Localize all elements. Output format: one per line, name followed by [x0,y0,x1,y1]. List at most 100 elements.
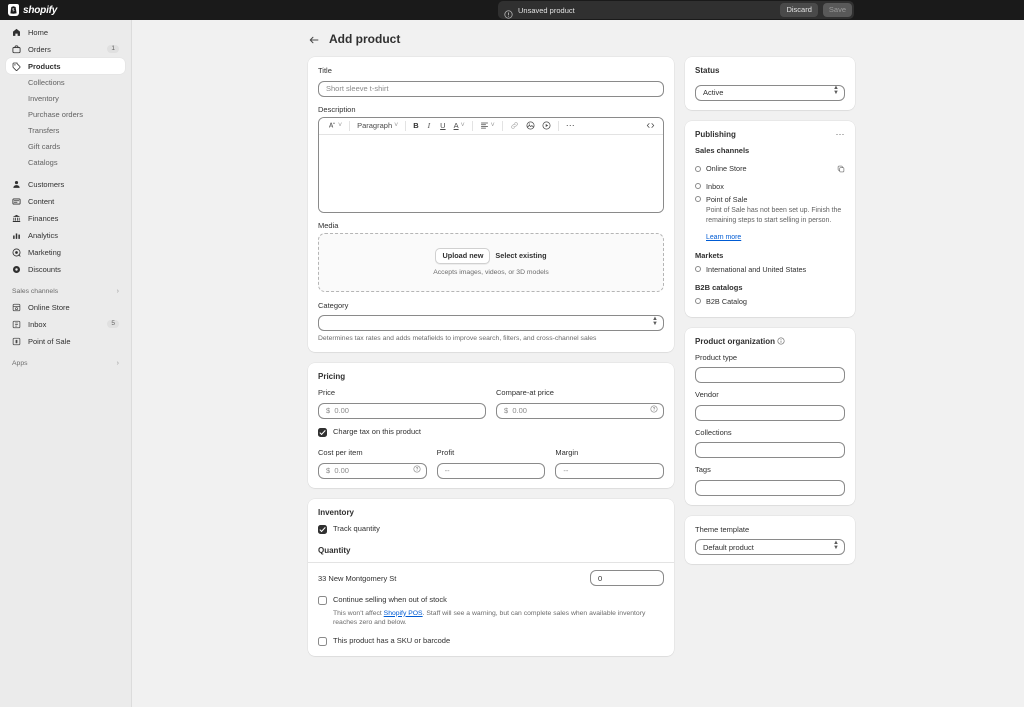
upload-new-button[interactable]: Upload new [435,248,491,264]
channel-status-ring [695,165,701,172]
text-styles-icon[interactable]: ˅ [324,119,345,132]
charge-tax-checkbox[interactable] [318,427,327,437]
charge-tax-row[interactable]: Charge tax on this product [318,427,664,438]
channel-name: Point of Sale [706,194,748,204]
continue-selling-checkbox[interactable] [318,596,327,606]
sidebar-subitem-transfers[interactable]: Transfers [6,123,125,139]
sidebar-item-finances[interactable]: Finances [6,210,125,226]
sidebar-item-inbox[interactable]: Inbox 5 [6,316,125,332]
ellipsis-icon[interactable]: ⋯ [563,119,579,132]
insert-video-icon[interactable] [539,119,554,132]
select-existing-button[interactable]: Select existing [495,251,546,260]
description-editor-body[interactable] [319,134,663,212]
cost-per-item-field: Cost per item [318,448,427,479]
sidebar-item-customers[interactable]: Customers [6,176,125,192]
margin-input[interactable] [555,462,665,479]
learn-more-link[interactable]: Learn more [695,234,741,241]
align-left-icon[interactable]: ˅ [477,119,498,132]
profit-field: Profit [436,448,546,479]
sidebar-item-home[interactable]: Home [6,24,125,40]
status-select[interactable] [695,84,845,101]
sidebar-section-sales-channels[interactable]: Sales channels › [6,284,125,299]
theme-template-label: Theme template [695,524,750,534]
product-details-card: Title Description ˅ [308,57,674,353]
margin-field: Margin [555,448,665,479]
quantity-heading: Quantity [318,546,351,556]
info-circle-icon[interactable] [777,336,785,345]
track-quantity-checkbox[interactable] [318,524,327,534]
save-button[interactable]: Save [822,3,852,17]
underline-button[interactable]: U [436,119,449,132]
b2b-status-ring [695,298,701,304]
link-icon[interactable] [507,119,522,132]
sidebar-item-products[interactable]: Products [6,58,125,74]
megaphone-icon [12,248,21,257]
toolbar-divider [471,120,473,131]
sku-barcode-row[interactable]: This product has a SKU or barcode [318,636,664,647]
question-circle-icon[interactable] [650,400,658,418]
market-name: International and United States [706,264,807,274]
sku-barcode-checkbox[interactable] [318,637,327,647]
side-column: Status ▲▼ Publishing ⋯ [685,57,855,575]
text-color-button[interactable]: A ˅ [451,119,468,132]
sidebar-subitem-collections[interactable]: Collections [6,75,125,91]
media-dropzone[interactable]: Upload new Select existing Accepts image… [318,232,664,292]
bold-button[interactable]: B [410,119,421,132]
sidebar-item-label: Discounts [28,264,61,274]
tags-input[interactable] [695,479,845,496]
sidebar-subitem-catalogs[interactable]: Catalogs [6,155,125,171]
product-organization-heading: Product organization [695,337,845,346]
duplicate-icon[interactable] [837,160,845,178]
sidebar-subitem-purchase-orders[interactable]: Purchase orders [6,107,125,123]
collections-input[interactable] [695,442,845,458]
save-bar-status-text: Unsaved product [518,5,575,15]
market-row[interactable]: International and United States [695,263,845,276]
arrow-left-icon[interactable] [308,33,320,45]
theme-template-select[interactable] [695,539,845,555]
sidebar-subitem-gift-cards[interactable]: Gift cards [6,139,125,155]
continue-selling-help-pre: This won't affect [333,609,384,617]
title-input[interactable] [318,80,664,97]
shopify-logo[interactable]: shopify [0,4,132,16]
storefront-icon [12,303,21,312]
sidebar-item-marketing[interactable]: Marketing [6,244,125,260]
price-field: Price [318,388,486,419]
paragraph-style-select[interactable]: Paragraph ˅ [354,119,401,132]
cost-per-item-input[interactable] [318,462,427,479]
product-type-field: Product type [695,353,845,383]
track-quantity-row[interactable]: Track quantity [318,524,664,535]
sidebar-item-online-store[interactable]: Online Store [6,299,125,315]
product-type-input[interactable] [695,367,845,383]
vendor-input[interactable] [695,404,845,421]
continue-selling-row[interactable]: Continue selling when out of stock [318,595,664,606]
sidebar-subitem-inventory[interactable]: Inventory [6,91,125,107]
sidebar-item-point-of-sale[interactable]: Point of Sale [6,333,125,349]
compare-at-price-input[interactable] [496,402,664,419]
charge-tax-label: Charge tax on this product [333,426,421,436]
price-input[interactable] [318,402,486,419]
insert-image-icon[interactable] [523,119,538,132]
channel-online-store[interactable]: Online Store [695,158,845,180]
question-circle-icon[interactable] [413,460,421,478]
sidebar-item-content[interactable]: Content [6,193,125,209]
b2b-catalog-row[interactable]: B2B Catalog [695,295,845,308]
ellipsis-icon[interactable]: ⋯ [836,129,846,139]
discount-icon [12,265,21,274]
shopify-pos-link[interactable]: Shopify POS [384,610,423,617]
sidebar-item-orders[interactable]: Orders 1 [6,41,125,57]
code-view-icon[interactable] [643,119,658,132]
profit-input[interactable] [436,462,546,479]
compare-at-price-field: Compare-at price [496,388,664,419]
channel-point-of-sale[interactable]: Point of Sale [695,193,845,206]
title-label: Title [318,66,332,75]
top-bar: shopify Unsaved product Discard Save [0,0,1024,20]
category-input[interactable] [318,315,664,331]
sidebar-item-analytics[interactable]: Analytics [6,227,125,243]
sidebar-item-discounts[interactable]: Discounts [6,261,125,277]
products-tag-icon [12,62,21,71]
sidebar-section-apps[interactable]: Apps › [6,356,125,371]
discard-button[interactable]: Discard [780,3,818,17]
location-quantity-input[interactable] [590,570,664,587]
italic-button[interactable]: I [423,119,436,132]
channel-inbox[interactable]: Inbox [695,180,845,193]
